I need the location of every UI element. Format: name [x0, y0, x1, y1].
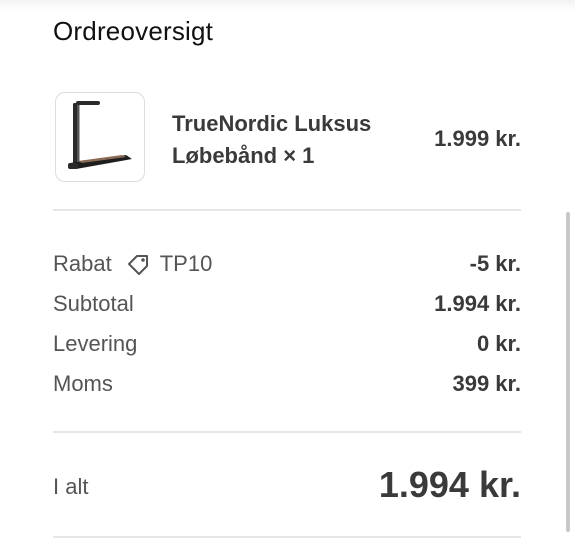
- product-line-item: TrueNordic Luksus Løbebånd × 1 1.999 kr.: [53, 92, 521, 186]
- discount-code: TP10: [159, 251, 213, 276]
- product-price: 1.999 kr.: [434, 126, 521, 151]
- subtotal-value: 1.994 kr.: [434, 291, 521, 316]
- total-label: I alt: [53, 474, 89, 499]
- scrollbar[interactable]: [566, 212, 570, 532]
- discount-value: -5 kr.: [469, 251, 521, 276]
- tag-icon: [126, 251, 152, 277]
- price-breakdown: Rabat TP10 -5 kr. Subtotal 1.994 kr. Lev…: [53, 245, 521, 405]
- shipping-label: Levering: [53, 331, 138, 356]
- order-summary-panel: Ordreoversigt TrueNordic Luksus Løbebånd…: [0, 0, 575, 557]
- discount-row: Rabat TP10 -5 kr.: [53, 245, 521, 285]
- top-fade: [0, 0, 575, 10]
- page-title: Ordreoversigt: [53, 16, 214, 46]
- shipping-row: Levering 0 kr.: [53, 325, 521, 365]
- divider: [53, 431, 521, 433]
- total-value: 1.994 kr.: [378, 464, 521, 505]
- divider: [53, 536, 521, 538]
- vat-value: 399 kr.: [452, 371, 521, 396]
- discount-label: Rabat: [53, 251, 112, 276]
- subtotal-row: Subtotal 1.994 kr.: [53, 285, 521, 325]
- subtotal-label: Subtotal: [53, 291, 134, 316]
- vat-label: Moms: [53, 371, 113, 396]
- product-name: TrueNordic Luksus Løbebånd × 1: [172, 111, 372, 168]
- treadmill-icon: [68, 101, 132, 169]
- divider: [53, 209, 521, 211]
- total-row: I alt 1.994 kr.: [53, 462, 521, 512]
- product-thumbnail[interactable]: [55, 92, 145, 182]
- shipping-value: 0 kr.: [476, 331, 521, 356]
- vat-row: Moms 399 kr.: [53, 365, 521, 405]
